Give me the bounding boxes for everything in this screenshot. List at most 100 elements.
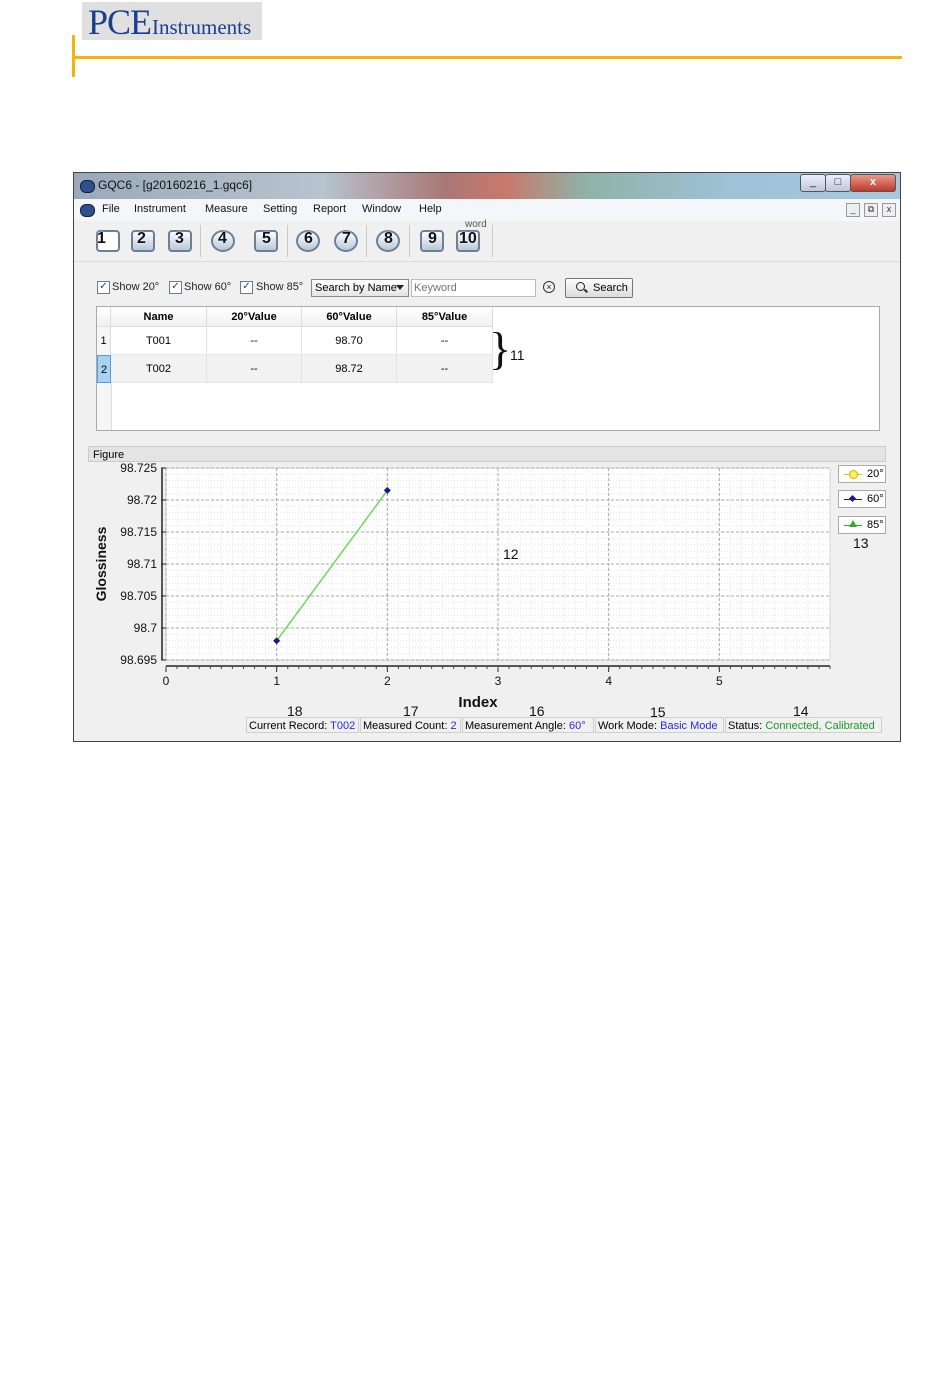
calibrate-button[interactable]: 7 <box>332 226 362 256</box>
table-cell-60[interactable]: 98.72 <box>302 355 397 383</box>
figure-label: Figure <box>88 446 886 462</box>
show-60-checkbox[interactable]: ✓ <box>169 281 182 294</box>
measured-count-label: Measured Count: <box>363 720 448 732</box>
table-cell-60[interactable]: 98.70 <box>302 327 397 355</box>
mdi-minimize-button[interactable]: _ <box>846 203 860 217</box>
maximize-button[interactable]: □ <box>825 174 851 192</box>
mdi-restore-button[interactable]: ⧉ <box>864 203 878 217</box>
menu-instrument[interactable]: Instrument <box>134 203 186 215</box>
toolbar-separator <box>366 225 367 257</box>
logo-pce-text: PCE <box>88 2 152 42</box>
col-header-60[interactable]: 60°Value <box>302 307 397 327</box>
tool-number-8: 8 <box>384 230 393 247</box>
col-header-20[interactable]: 20°Value <box>207 307 302 327</box>
keyword-input[interactable] <box>411 279 536 297</box>
print-button[interactable]: 9 <box>418 226 448 256</box>
legend-label-60: 60° <box>867 493 884 505</box>
header-rule <box>72 56 902 59</box>
search-button[interactable]: Search <box>565 278 633 298</box>
col-header-85[interactable]: 85°Value <box>397 307 493 327</box>
annotation-12: 12 <box>503 546 519 562</box>
tool-number-9: 9 <box>428 230 437 247</box>
tool-8-button[interactable]: 8 <box>374 226 404 256</box>
table-cell-name[interactable]: T001 <box>111 327 207 355</box>
legend-item-85[interactable]: 85° <box>838 516 886 534</box>
work-mode-status: Work Mode: Basic Mode <box>595 717 724 733</box>
glossiness-chart: 98.695 98.7 98.705 98.71 98.715 98.72 98.725 0 1… <box>93 461 831 711</box>
legend-label-85: 85° <box>867 519 884 531</box>
tool-number-3: 3 <box>175 230 184 247</box>
chart-area: 98.695 98.7 98.705 98.71 98.715 98.72 98.725 0 1… <box>88 461 886 712</box>
minimize-button[interactable]: _ <box>800 174 826 192</box>
measurement-angle-status: Measurement Angle: 60° <box>462 717 594 733</box>
chart-grid <box>165 467 831 661</box>
menu-help[interactable]: Help <box>419 203 442 215</box>
menu-setting[interactable]: Setting <box>263 203 297 215</box>
y-tick-label: 98.71 <box>127 557 157 571</box>
connect-button[interactable]: 4 <box>209 226 239 256</box>
legend-item-60[interactable]: 60° <box>838 490 886 508</box>
save-file-button[interactable]: 3 <box>166 226 196 256</box>
tool-number-10: 10 <box>459 230 477 247</box>
mdi-close-button[interactable]: x <box>882 203 896 217</box>
tool-number-1: 1 <box>97 230 106 247</box>
table-cell-20[interactable]: -- <box>207 355 302 383</box>
search-by-select[interactable]: Search by Name <box>311 279 409 297</box>
menu-file[interactable]: File <box>102 203 120 215</box>
export-word-button[interactable]: word 10 <box>454 219 487 256</box>
x-tick-label: 0 <box>163 674 170 688</box>
x-tick-label: 4 <box>605 674 612 688</box>
word-label: word <box>465 219 487 230</box>
y-tick-label: 98.715 <box>120 525 157 539</box>
logo-instruments-text: Instruments <box>152 15 252 39</box>
show-20-checkbox[interactable]: ✓ <box>97 281 110 294</box>
measure-button[interactable]: 5 <box>252 226 282 256</box>
new-file-button[interactable]: 1 <box>94 226 124 256</box>
x-axis-label: Index <box>458 694 498 711</box>
show-20-label: Show 20° <box>112 281 160 293</box>
legend-label-20: 20° <box>867 468 884 480</box>
toolbar-separator <box>287 225 288 257</box>
table-cell-20[interactable]: -- <box>207 327 302 355</box>
tool-number-6: 6 <box>304 230 313 247</box>
chevron-down-icon <box>396 285 404 290</box>
current-record-value: T002 <box>330 720 356 732</box>
measured-count-status: Measured Count: 2 <box>360 717 461 733</box>
col-header-name[interactable]: Name <box>111 307 207 327</box>
current-record-label: Current Record: <box>249 720 328 732</box>
connection-status-label: Status: <box>728 720 763 732</box>
annotation-13: 13 <box>853 535 869 551</box>
show-85-checkbox[interactable]: ✓ <box>240 281 253 294</box>
clear-search-icon[interactable]: × <box>543 281 555 293</box>
annotation-brace: } <box>489 323 512 374</box>
y-tick-label: 98.72 <box>127 493 157 507</box>
legend-item-20[interactable]: 20° <box>838 465 886 483</box>
row-header[interactable]: 1 <box>97 327 111 355</box>
annotation-11: 11 <box>510 347 525 363</box>
measured-count-value: 2 <box>450 720 457 732</box>
work-mode-label: Work Mode: <box>598 720 658 732</box>
app-window: GQC6 - [g20160216_1.gqc6] _ □ x File Ins… <box>73 172 901 742</box>
search-by-value: Search by Name <box>315 282 397 294</box>
y-axis-label: Glossiness <box>93 526 109 601</box>
settings-button[interactable]: 6 <box>294 226 324 256</box>
menu-window[interactable]: Window <box>362 203 401 215</box>
y-tick-label: 98.7 <box>134 621 158 635</box>
connection-status: Status: Connected, Calibrated <box>725 717 882 733</box>
connection-status-value: Connected, Calibrated <box>765 720 875 732</box>
table-cell-85[interactable]: -- <box>397 327 493 355</box>
menu-measure[interactable]: Measure <box>205 203 248 215</box>
menu-report[interactable]: Report <box>313 203 346 215</box>
y-tick-label: 98.725 <box>120 462 157 475</box>
x-tick-label: 2 <box>384 674 391 688</box>
measurement-angle-label: Measurement Angle: <box>465 720 566 732</box>
y-tick-label: 98.695 <box>120 653 157 667</box>
open-file-button[interactable]: 2 <box>129 226 159 256</box>
close-button[interactable]: x <box>850 174 896 192</box>
app-icon <box>80 180 95 193</box>
x-tick-label: 5 <box>716 674 723 688</box>
search-button-label: Search <box>593 282 628 294</box>
table-cell-name[interactable]: T002 <box>111 355 207 383</box>
row-header-selected[interactable]: 2 <box>97 355 111 383</box>
table-cell-85[interactable]: -- <box>397 355 493 383</box>
